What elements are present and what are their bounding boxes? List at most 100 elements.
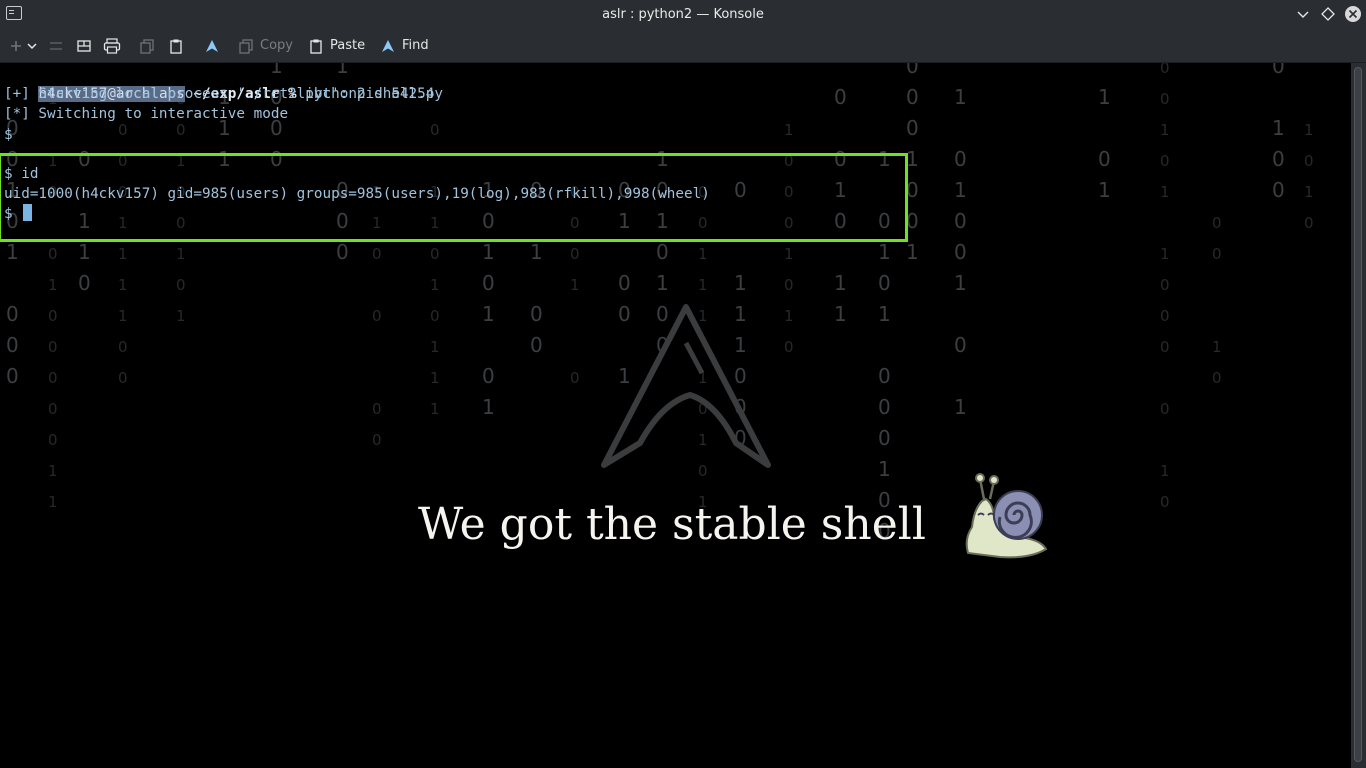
svg-text:0: 0: [1212, 369, 1222, 387]
svg-text:1: 1: [878, 302, 891, 326]
snail-icon: [965, 473, 1048, 559]
svg-text:1: 1: [698, 245, 708, 263]
terminal-view[interactable]: 0 0 1 0 1 0 0 0 1 1 0 0 1 0 0 0 0 0 1 1 0 1 1 0 0 0 0 1 1 1 1 0 0 0 0 1 0 0 1 0…: [0, 63, 1351, 768]
svg-text:1: 1: [784, 245, 794, 263]
svg-text:0: 0: [1160, 90, 1170, 108]
terminal-line: h4ckv157@archlabs ~/exp/aslr % python2 s…: [4, 64, 443, 102]
svg-text:0: 0: [1160, 338, 1170, 356]
svg-text:0: 0: [482, 364, 495, 388]
copy-icon: [239, 38, 253, 54]
svg-text:0: 0: [906, 85, 919, 109]
svg-text:0: 0: [430, 245, 440, 263]
arch-menu-button[interactable]: [204, 29, 220, 62]
svg-text:1: 1: [878, 240, 891, 264]
svg-text:1: 1: [734, 271, 747, 295]
svg-text:0: 0: [784, 338, 794, 356]
svg-text:0: 0: [1272, 147, 1285, 171]
svg-text:1: 1: [430, 338, 440, 356]
svg-text:0: 0: [878, 426, 891, 450]
svg-text:1: 1: [1304, 121, 1314, 139]
svg-text:1: 1: [1160, 121, 1170, 139]
paste-button[interactable]: Paste: [308, 29, 365, 62]
svg-text:0: 0: [430, 307, 440, 325]
svg-text:1: 1: [878, 457, 891, 481]
svg-text:1: 1: [118, 276, 128, 294]
svg-text:1: 1: [176, 307, 186, 325]
find-icon: [382, 39, 394, 52]
clipboard-icon: [170, 39, 182, 54]
svg-text:1: 1: [48, 276, 58, 294]
svg-text:1: 1: [954, 271, 967, 295]
svg-text:1: 1: [1160, 462, 1170, 480]
svg-text:1: 1: [482, 240, 495, 264]
svg-text:0: 0: [482, 271, 495, 295]
split-layout-icon: [77, 39, 91, 52]
copy-button[interactable]: Copy: [238, 29, 293, 62]
svg-text:1: 1: [1212, 338, 1222, 356]
svg-text:0: 0: [570, 369, 580, 387]
svg-text:1: 1: [482, 302, 495, 326]
terminal-line: [+] Starting local process './ret2libc':…: [4, 86, 435, 102]
svg-text:0: 0: [48, 245, 58, 263]
new-tab-dropdown[interactable]: [26, 29, 38, 62]
find-button[interactable]: Find: [380, 29, 429, 62]
svg-text:1: 1: [482, 395, 495, 419]
svg-text:0: 0: [1160, 307, 1170, 325]
svg-text:1: 1: [6, 240, 19, 264]
svg-text:0: 0: [336, 240, 349, 264]
toolbar: Copy Paste Find: [0, 29, 1366, 63]
svg-text:1: 1: [430, 400, 440, 418]
paste-button-label: Paste: [330, 38, 366, 53]
svg-text:1: 1: [784, 121, 794, 139]
svg-text:0: 0: [906, 63, 919, 78]
close-button[interactable]: [1343, 4, 1363, 24]
close-icon: [1345, 6, 1361, 22]
highlight-box: [0, 153, 908, 242]
minimize-button[interactable]: [1293, 4, 1313, 24]
keep-above-button[interactable]: [1318, 4, 1338, 24]
svg-text:0: 0: [618, 271, 631, 295]
paste-icon: [310, 39, 322, 54]
terminal-line: [*] Switching to interactive mode: [4, 106, 289, 122]
svg-text:1: 1: [1098, 178, 1111, 202]
svg-text:0: 0: [430, 121, 440, 139]
svg-text:0: 0: [118, 369, 128, 387]
svg-text:1: 1: [78, 240, 91, 264]
svg-text:0: 0: [1212, 245, 1222, 263]
scrollbar-thumb[interactable]: [1354, 67, 1362, 762]
window-title-bar[interactable]: aslr : python2 — Konsole: [0, 0, 1366, 29]
svg-text:1: 1: [118, 245, 128, 263]
svg-text:0: 0: [530, 333, 543, 357]
svg-text:0: 0: [1212, 214, 1222, 232]
svg-text:1: 1: [954, 85, 967, 109]
caption-text: We got the stable shell: [418, 499, 926, 550]
svg-text:1: 1: [954, 395, 967, 419]
terminal-line: $: [4, 127, 13, 143]
svg-text:0: 0: [954, 240, 967, 264]
svg-text:1: 1: [1304, 183, 1314, 201]
vertical-scrollbar[interactable]: [1351, 63, 1366, 768]
chevron-down-icon: [27, 42, 37, 49]
svg-text:0: 0: [6, 333, 19, 357]
svg-text:1: 1: [570, 276, 580, 294]
split-view-button[interactable]: [48, 29, 64, 62]
clipboard-button[interactable]: [168, 29, 184, 62]
new-tab-button[interactable]: [8, 29, 24, 62]
svg-text:0: 0: [530, 302, 543, 326]
copy-layout-button[interactable]: [139, 29, 155, 62]
split-layout-button[interactable]: [76, 29, 92, 62]
svg-text:0: 0: [1160, 152, 1170, 170]
svg-text:0: 0: [48, 400, 58, 418]
copy-button-label: Copy: [260, 38, 293, 53]
svg-text:0: 0: [954, 333, 967, 357]
svg-text:0: 0: [878, 364, 891, 388]
print-button[interactable]: [103, 29, 121, 62]
svg-text:0: 0: [656, 240, 669, 264]
svg-text:1: 1: [530, 240, 543, 264]
svg-text:1: 1: [118, 307, 128, 325]
svg-text:0: 0: [372, 307, 382, 325]
svg-text:0: 0: [1272, 178, 1285, 202]
svg-text:0: 0: [372, 400, 382, 418]
svg-text:0: 0: [48, 431, 58, 449]
svg-text:0: 0: [6, 302, 19, 326]
